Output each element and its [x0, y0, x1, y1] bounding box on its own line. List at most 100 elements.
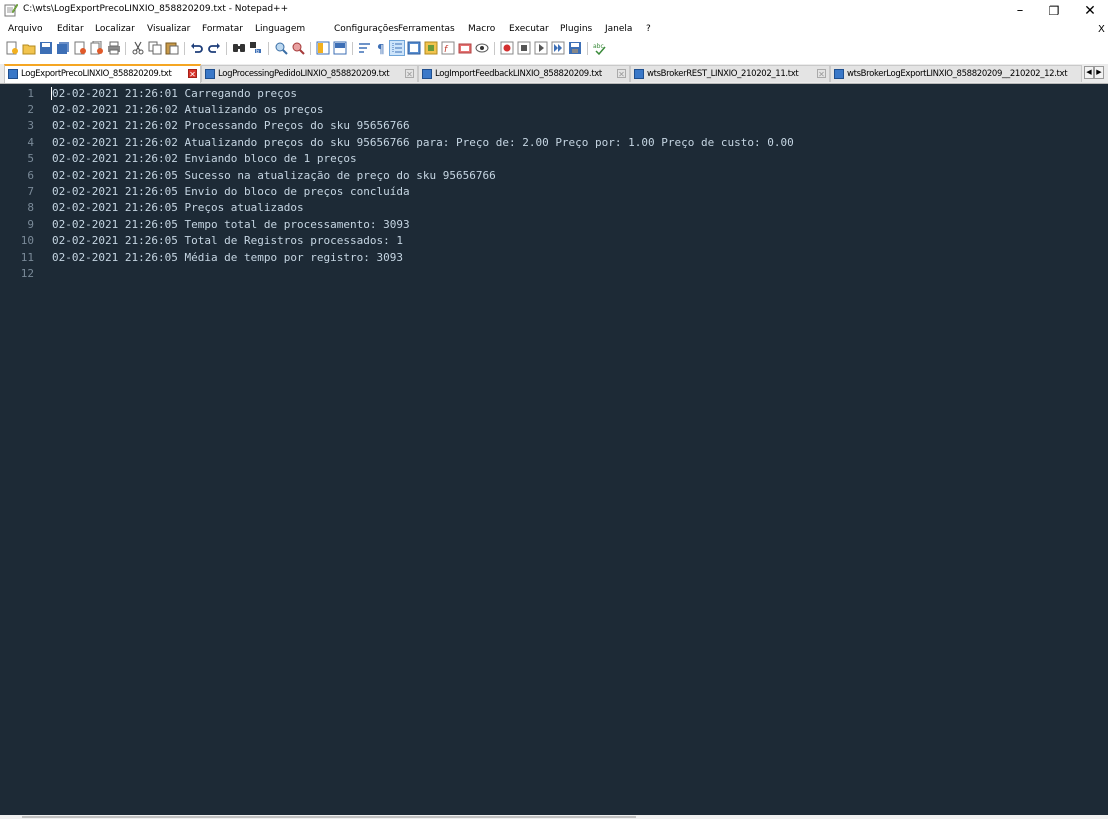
udl-icon[interactable] — [407, 41, 421, 55]
sync-vertical-icon[interactable] — [316, 41, 330, 55]
code-line[interactable]: 02-02-2021 21:26:02 Atualizando os preço… — [52, 103, 324, 116]
print-icon[interactable] — [107, 41, 121, 55]
close-icon[interactable] — [73, 41, 87, 55]
code-line[interactable]: 02-02-2021 21:26:05 Preços atualizados — [52, 201, 304, 214]
line-number: 3 — [27, 119, 34, 132]
editor-area[interactable]: 1 2 3 4 5 6 7 8 9 10 11 12 02-02-2021 21… — [0, 84, 1108, 819]
line-number: 4 — [27, 136, 34, 149]
restore-button[interactable]: ❐ — [1037, 0, 1071, 21]
save-all-icon[interactable] — [56, 41, 70, 55]
tab-label: wtsBrokerREST_LINXIO_210202_11.txt — [647, 69, 799, 79]
tab-scroll-right-icon[interactable]: ▶ — [1094, 66, 1104, 79]
line-number: 2 — [27, 103, 34, 116]
menu-editar[interactable]: Editar — [57, 24, 84, 34]
folder-workspace-icon[interactable] — [458, 41, 472, 55]
tab-close-icon[interactable]: ✕ — [405, 69, 414, 79]
new-file-icon[interactable] — [5, 41, 19, 55]
monitoring-icon[interactable] — [475, 41, 489, 55]
menu-help[interactable]: ? — [646, 24, 651, 34]
menu-executar[interactable]: Executar — [509, 24, 549, 34]
function-list-icon[interactable]: f — [441, 41, 455, 55]
toolbar-separator — [587, 42, 588, 55]
text-caret — [51, 87, 52, 100]
tab-logimportfeedback[interactable]: LogImportFeedbackLINXIO_858820209.txt ✕ — [418, 65, 630, 82]
paste-icon[interactable] — [165, 41, 179, 55]
play-macro-icon[interactable] — [534, 41, 548, 55]
cut-icon[interactable] — [131, 41, 145, 55]
menu-arquivo[interactable]: Arquivo — [8, 24, 42, 34]
tab-logexportpreco[interactable]: LogExportPrecoLINXIO_858820209.txt ✕ — [4, 64, 201, 83]
title-bar: C:\wts\LogExportPrecoLINXIO_858820209.tx… — [0, 0, 1108, 21]
tab-close-icon[interactable]: ✕ — [617, 69, 626, 79]
undo-icon[interactable] — [190, 41, 204, 55]
redo-icon[interactable] — [207, 41, 221, 55]
toolbar-separator — [184, 42, 185, 55]
code-line[interactable]: 02-02-2021 21:26:01 Carregando preços — [52, 87, 297, 100]
tab-label: LogProcessingPedidoLINXIO_858820209.txt — [218, 69, 390, 79]
tab-logprocessingpedido[interactable]: LogProcessingPedidoLINXIO_858820209.txt … — [201, 65, 418, 82]
scrollbar-thumb[interactable] — [22, 816, 636, 818]
menu-configuracoes[interactable]: Configurações — [334, 24, 398, 34]
sync-horizontal-icon[interactable] — [333, 41, 347, 55]
spell-check-icon[interactable]: abc — [593, 41, 607, 55]
horizontal-scrollbar[interactable] — [0, 815, 1108, 819]
stop-macro-icon[interactable] — [517, 41, 531, 55]
code-line[interactable]: 02-02-2021 21:26:05 Total de Registros p… — [52, 234, 403, 247]
file-saved-icon — [634, 69, 644, 79]
menu-macro[interactable]: Macro — [468, 24, 495, 34]
code-line[interactable]: 02-02-2021 21:26:05 Sucesso na atualizaç… — [52, 169, 496, 182]
menu-formatar[interactable]: Formatar — [202, 24, 243, 34]
open-file-icon[interactable] — [22, 41, 36, 55]
menu-linguagem[interactable]: Linguagem — [255, 24, 305, 34]
menu-bar: Arquivo Editar Localizar Visualizar Form… — [0, 21, 1108, 38]
toolbar-separator — [125, 42, 126, 55]
code-line[interactable]: 02-02-2021 21:26:02 Processando Preços d… — [52, 119, 410, 132]
close-all-icon[interactable] — [90, 41, 104, 55]
tab-close-icon[interactable]: ✕ — [817, 69, 826, 79]
menu-ferramentas[interactable]: Ferramentas — [398, 24, 455, 34]
run-macro-multiple-icon[interactable] — [551, 41, 565, 55]
find-icon[interactable] — [232, 41, 246, 55]
copy-icon[interactable] — [148, 41, 162, 55]
code-line[interactable]: 02-02-2021 21:26:05 Envio do bloco de pr… — [52, 185, 410, 198]
menu-plugins[interactable]: Plugins — [560, 24, 592, 34]
indent-guide-icon[interactable] — [389, 40, 405, 56]
zoom-in-icon[interactable] — [274, 41, 288, 55]
menu-visualizar[interactable]: Visualizar — [147, 24, 190, 34]
toolbar-separator — [494, 42, 495, 55]
replace-icon[interactable]: b — [249, 41, 263, 55]
line-number: 12 — [20, 267, 34, 280]
tab-wtsbrokerrest[interactable]: wtsBrokerREST_LINXIO_210202_11.txt ✕ — [630, 65, 830, 82]
code-line[interactable]: 02-02-2021 21:26:05 Tempo total de proce… — [52, 218, 410, 231]
file-saved-icon — [8, 69, 18, 79]
svg-text:b: b — [256, 49, 259, 55]
zoom-out-icon[interactable] — [291, 41, 305, 55]
close-document-x[interactable]: X — [1098, 24, 1105, 35]
toolbar-separator — [268, 42, 269, 55]
toolbar: b ¶ f abc — [0, 38, 1108, 61]
minimize-button[interactable]: – — [1003, 0, 1037, 21]
menu-janela[interactable]: Janela — [605, 24, 632, 34]
line-number: 9 — [27, 218, 34, 231]
close-window-button[interactable]: ✕ — [1073, 0, 1107, 21]
tab-wtsbrokerlogexport[interactable]: wtsBrokerLogExportLINXIO_858820209__2102… — [830, 65, 1082, 82]
tab-scroll-left-icon[interactable]: ◀ — [1084, 66, 1094, 79]
svg-text:¶: ¶ — [377, 42, 385, 55]
notepadpp-app-icon[interactable] — [4, 3, 18, 17]
tab-bar: LogExportPrecoLINXIO_858820209.txt ✕ Log… — [0, 64, 1108, 84]
word-wrap-icon[interactable] — [358, 41, 372, 55]
file-saved-icon — [834, 69, 844, 79]
save-icon[interactable] — [39, 41, 53, 55]
save-macro-icon[interactable] — [568, 41, 582, 55]
svg-text:abc: abc — [593, 43, 604, 50]
doc-map-icon[interactable] — [424, 41, 438, 55]
code-line[interactable]: 02-02-2021 21:26:02 Enviando bloco de 1 … — [52, 152, 357, 165]
record-macro-icon[interactable] — [500, 41, 514, 55]
tab-label: wtsBrokerLogExportLINXIO_858820209__2102… — [847, 69, 1068, 79]
code-line[interactable]: 02-02-2021 21:26:02 Atualizando preços d… — [52, 136, 794, 149]
code-line[interactable]: 02-02-2021 21:26:05 Média de tempo por r… — [52, 251, 403, 264]
menu-localizar[interactable]: Localizar — [95, 24, 135, 34]
tab-label: LogImportFeedbackLINXIO_858820209.txt — [435, 69, 602, 79]
tab-close-icon[interactable]: ✕ — [188, 69, 197, 79]
show-all-chars-icon[interactable]: ¶ — [374, 41, 388, 55]
